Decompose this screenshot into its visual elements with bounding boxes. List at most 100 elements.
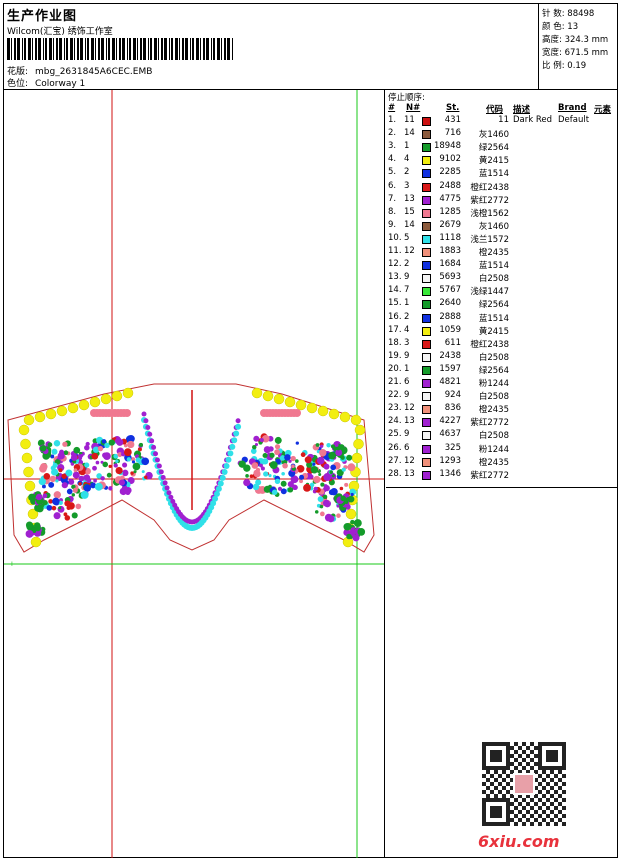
color-swatch [422, 182, 431, 192]
needle-number: 6 [404, 377, 410, 387]
color-code: 橙2435 [478, 457, 509, 468]
row-number: 12. [388, 259, 402, 270]
color-code: 白2508 [478, 352, 509, 363]
table-row: 9. 14 2679 灰1460 [386, 220, 617, 233]
qr-code-icon [482, 742, 566, 826]
row-number: 13. [388, 272, 402, 283]
color-code: 浅橙1562 [470, 208, 509, 219]
table-row: 3. 1 18948 绿2564 [386, 141, 617, 154]
header-info-panel: 生产作业图 Wilcom(汇宝) 绣饰工作室 花版: mbg_2631845A6C… [4, 4, 539, 89]
row-number: 27. [388, 455, 402, 466]
stitch-count: 325 [444, 442, 461, 453]
table-row: 14. 7 5767 浅绿1447 [386, 285, 617, 298]
thread-brand: Default [558, 115, 590, 125]
color-code: 粉1244 [478, 379, 509, 389]
col-header-brand: Brand [558, 103, 587, 113]
color-code: 黄2415 [478, 326, 509, 337]
color-swatch [422, 313, 431, 323]
col-header-desc: 描述 [513, 105, 531, 115]
color-code: 橙2435 [478, 405, 509, 416]
color-code: 白2508 [478, 431, 509, 442]
needle-number: 9 [404, 272, 410, 283]
needle-number: 9 [404, 350, 410, 361]
stat-value: 0.19 [567, 61, 587, 71]
row-number: 24. [388, 416, 402, 427]
row-number: 5. [388, 167, 397, 178]
color-swatch [422, 431, 431, 441]
colorway-value: Colorway 1 [35, 79, 86, 89]
row-number: 15. [388, 298, 402, 309]
stat-label: 颜 色: [542, 22, 565, 32]
stitch-count: 9102 [439, 154, 461, 165]
color-swatch [422, 300, 431, 310]
colorway-label: 色位: [7, 79, 29, 89]
row-number: 16. [388, 311, 402, 322]
color-swatch [422, 444, 431, 454]
needle-number: 13 [404, 193, 415, 204]
color-code: 灰1460 [478, 221, 509, 232]
row-number: 1. [388, 115, 397, 125]
table-row: 26. 6 325 粉1244 [386, 443, 617, 456]
color-code: 白2508 [478, 392, 509, 403]
color-swatch [422, 195, 431, 205]
stitch-count: 716 [444, 128, 461, 139]
table-row: 1. 11 431 11 Dark Red Default [386, 115, 617, 128]
stitch-count: 2285 [439, 167, 461, 178]
color-swatch [422, 221, 431, 231]
stitch-count: 1883 [439, 246, 461, 256]
needle-number: 9 [404, 390, 410, 401]
color-code: 11 [498, 115, 509, 125]
color-swatch [422, 405, 431, 415]
stitch-count: 1118 [439, 232, 461, 243]
needle-number: 13 [404, 416, 415, 427]
stat-value: 88498 [567, 9, 595, 19]
row-number: 17. [388, 324, 402, 335]
table-row: 19. 9 2438 白2508 [386, 351, 617, 364]
color-code: 浅兰1572 [470, 234, 509, 245]
table-row: 23. 12 836 橙2435 [386, 403, 617, 416]
table-row: 28. 13 1346 紫红2772 [386, 469, 617, 482]
table-row: 6. 3 2488 橙红2438 [386, 181, 617, 194]
color-swatch [422, 130, 431, 140]
row-number: 22. [388, 390, 402, 401]
row-number: 6. [388, 180, 397, 191]
table-row: 17. 4 1059 黄2415 [386, 325, 617, 338]
stitch-count: 924 [444, 390, 461, 401]
stat-value: 671.5 mm [564, 48, 609, 58]
stitch-count: 1293 [439, 455, 461, 466]
stitch-count: 1346 [439, 468, 461, 479]
stitch-count: 4821 [439, 377, 461, 387]
needle-number: 6 [404, 442, 410, 453]
row-number: 20. [388, 363, 402, 374]
needle-number: 3 [404, 180, 410, 191]
needle-number: 15 [404, 206, 415, 217]
color-code: 橙红2438 [470, 339, 509, 350]
needle-number: 4 [404, 324, 410, 335]
color-code: 蓝1514 [478, 261, 509, 272]
color-swatch [422, 208, 431, 218]
table-row: 13. 9 5693 白2508 [386, 272, 617, 285]
color-code: 紫红2772 [470, 470, 509, 481]
table-row: 11. 12 1883 橙2435 [386, 246, 617, 259]
color-swatch [422, 234, 431, 244]
color-swatch [422, 117, 431, 126]
row-number: 7. [388, 193, 397, 204]
needle-number: 1 [404, 363, 410, 374]
color-swatch [422, 248, 431, 257]
embroidery-design-image: + [4, 90, 384, 858]
stop-sequence-table: 停止顺序: # N# St. 代码 描述 Brand 元素 1. 11 431 11 D… [386, 90, 617, 488]
table-row: 12. 2 1684 蓝1514 [386, 259, 617, 272]
color-code: 黄2415 [478, 156, 509, 167]
stitch-count: 611 [444, 337, 461, 348]
row-number: 28. [388, 468, 402, 479]
stitch-count: 18948 [433, 141, 461, 152]
embroidery-preview: + [4, 90, 385, 858]
color-code: 绿2564 [478, 365, 509, 376]
color-code: 紫红2772 [470, 195, 509, 206]
color-swatch [422, 352, 431, 362]
table-row: 25. 9 4637 白2508 [386, 429, 617, 442]
row-number: 18. [388, 337, 402, 348]
color-swatch [422, 457, 431, 467]
color-swatch [422, 365, 431, 375]
watermark-area: 6xiu.com [386, 489, 617, 858]
